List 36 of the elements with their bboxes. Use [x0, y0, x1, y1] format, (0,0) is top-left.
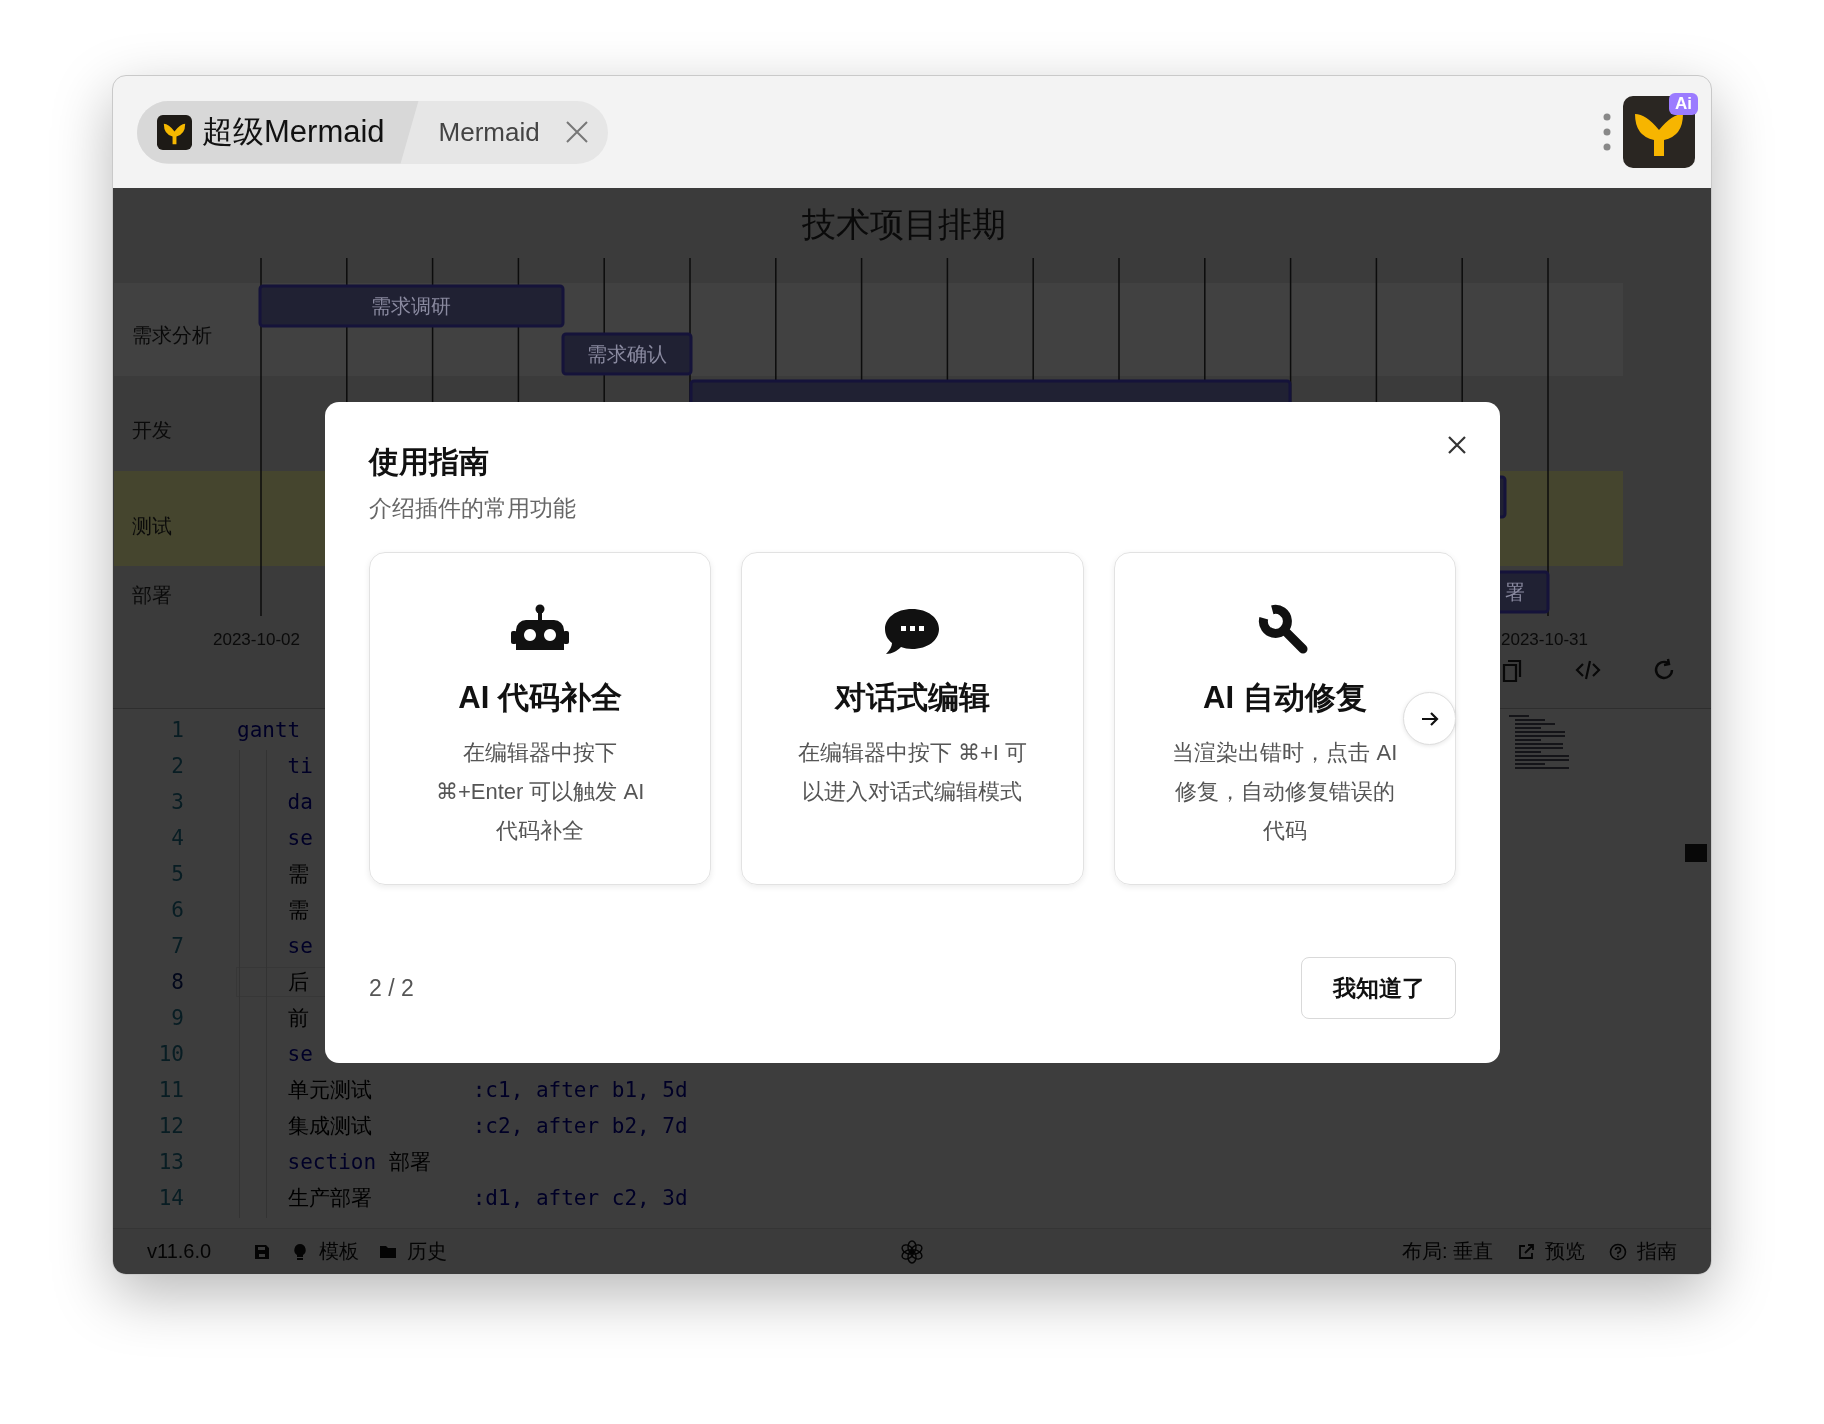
code-line: 单元测试 :c1, after b1, 5d	[286, 1077, 688, 1104]
code-line: 集成测试 :c2, after b2, 7d	[286, 1113, 688, 1140]
card-description: 在编辑器中按下 ⌘+I 可 以进入对话式编辑模式	[797, 739, 1028, 806]
code-line: se	[286, 1042, 313, 1066]
more-menu-icon[interactable]	[1603, 112, 1611, 152]
dialog-subtitle: 介绍插件的常用功能	[369, 494, 577, 523]
dialog-title: 使用指南	[369, 444, 490, 480]
card-title: AI 代码补全	[458, 679, 622, 717]
tab[interactable]: Mermaid	[418, 100, 564, 164]
task-label: 需求调研	[371, 295, 451, 317]
code-line: 生产部署 :d1, after c2, 3d	[286, 1185, 688, 1212]
code-line: da	[286, 790, 313, 814]
page-indicator: 2 / 2	[369, 974, 414, 1002]
card-description: 在编辑器中按下 ⌘+Enter 可以触发 AI 代码补全	[435, 739, 645, 845]
code-line: 前	[286, 1005, 309, 1032]
code-line: 需	[286, 897, 309, 924]
ai-badge: Ai	[1669, 93, 1698, 115]
close-icon[interactable]	[563, 119, 590, 145]
task-label: 需求确认	[587, 343, 667, 365]
code-line: ti	[286, 754, 313, 778]
code-line: se	[286, 934, 313, 958]
confirm-button[interactable]: 我知道了	[1301, 957, 1456, 1019]
line-number: 8	[170, 970, 184, 994]
card-title: 对话式编辑	[835, 679, 990, 717]
app-logo-icon[interactable]	[1623, 96, 1695, 168]
code-line: section 部署	[286, 1149, 431, 1176]
card-description: 当渲染出错时，点击 AI 修复，自动修复错误的 代码	[1172, 739, 1398, 845]
code-line: se	[286, 826, 313, 850]
code-line: 需	[286, 861, 309, 888]
app-logo-icon	[157, 114, 192, 150]
task-label: 署	[1505, 581, 1525, 603]
section-label: 测试	[132, 515, 172, 537]
next-button[interactable]	[1403, 692, 1456, 745]
tab[interactable]: 超级Mermaid	[137, 100, 419, 164]
card-title: AI 自动修复	[1203, 679, 1367, 717]
code-line: gantt	[237, 718, 301, 742]
